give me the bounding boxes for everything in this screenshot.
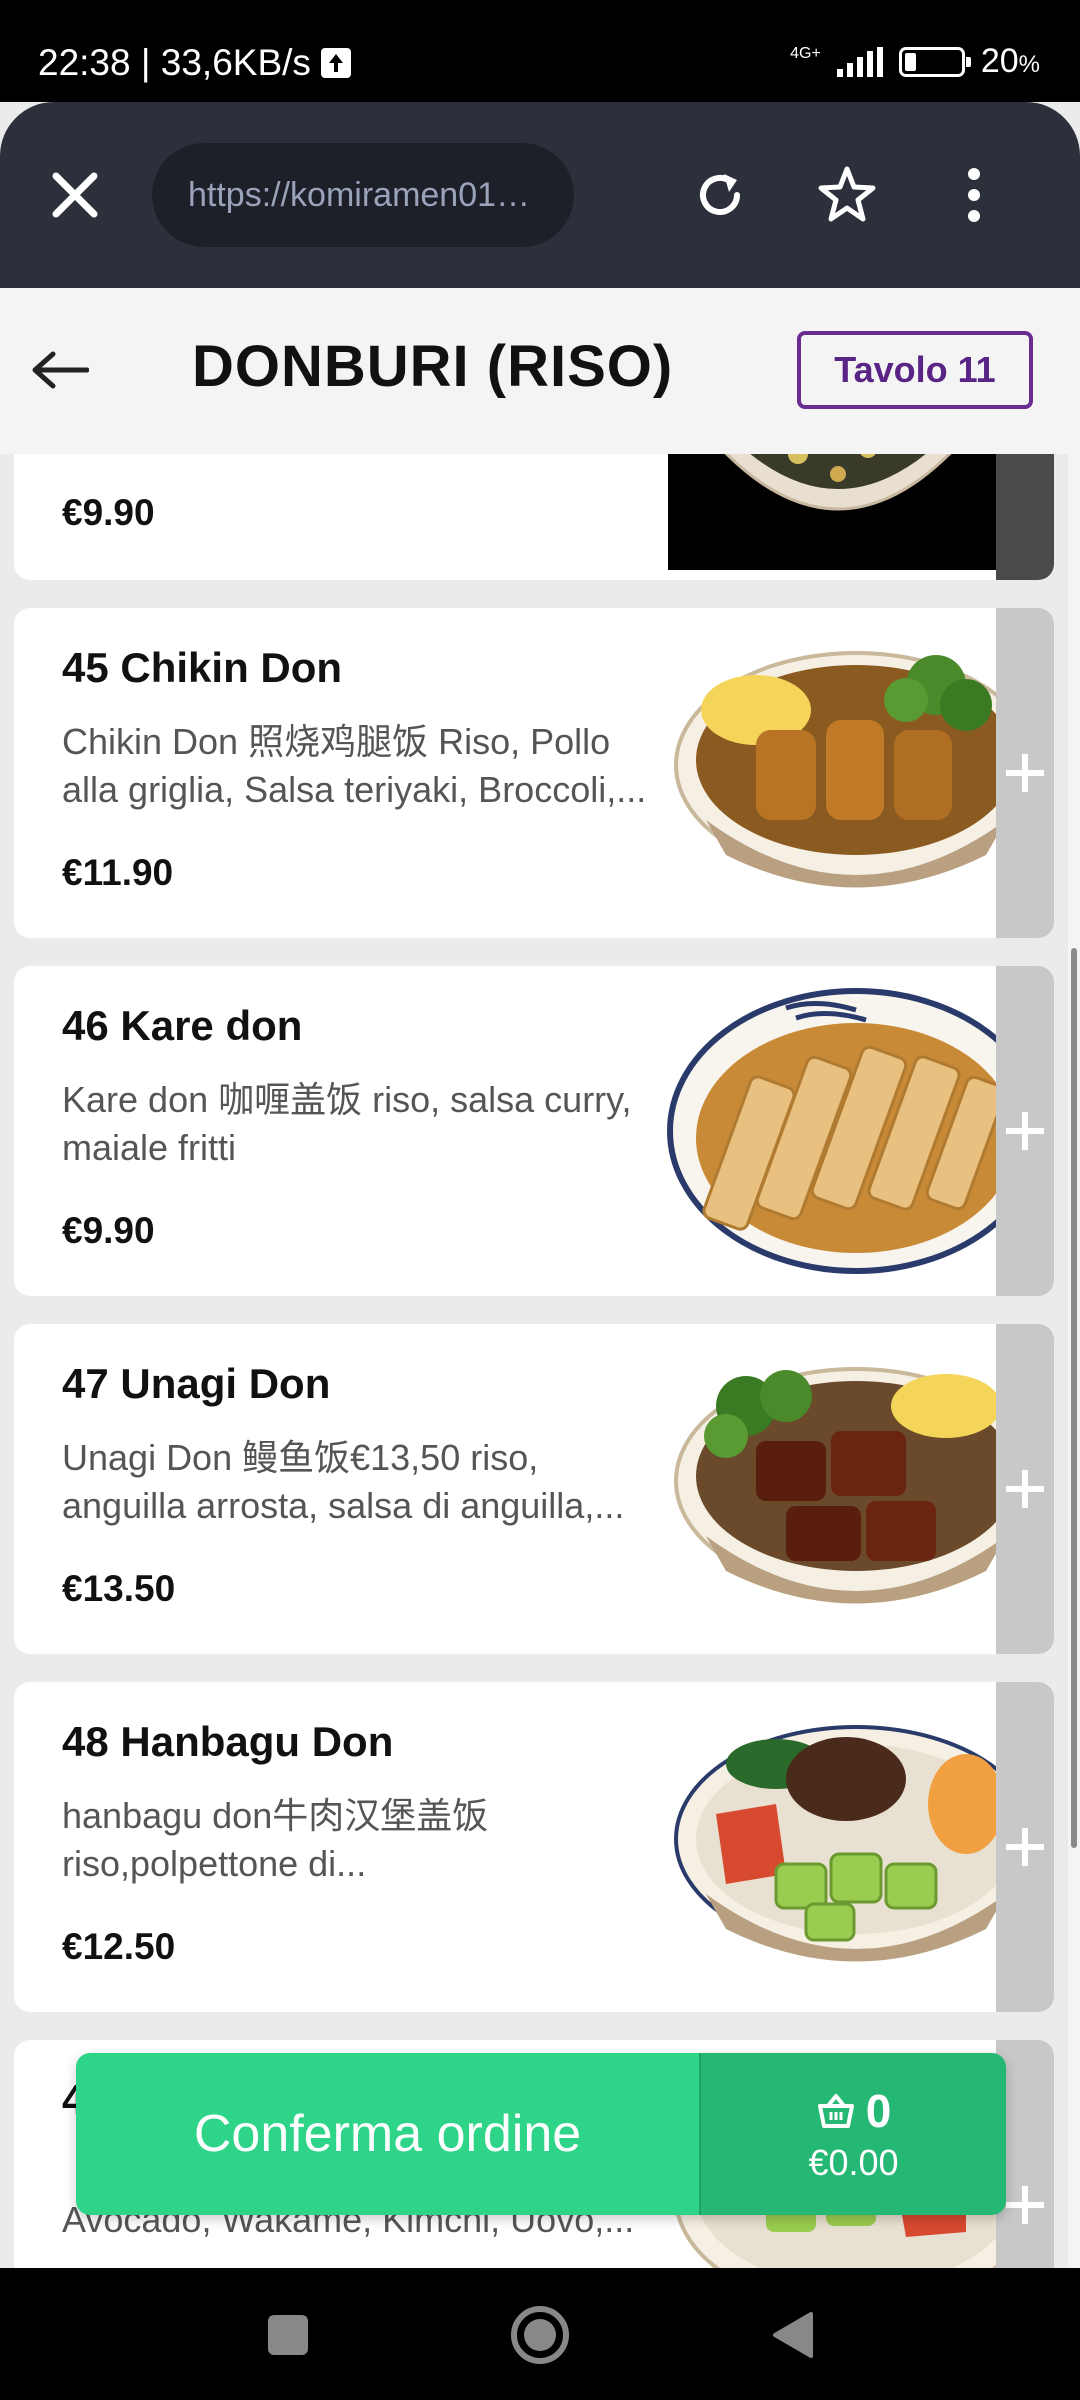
browser-toolbar: https://komiramen01… [0,102,1080,288]
status-bar: 22:38 | 33,6KB/s 4G+ 20% [0,0,1080,102]
add-to-cart-button[interactable] [996,1682,1054,2012]
plus-icon [1006,1470,1044,1508]
item-price: €9.90 [62,492,155,533]
home-icon[interactable] [505,2300,575,2370]
plus-icon [1006,1112,1044,1150]
status-left: 22:38 | 33,6KB/s [38,42,351,84]
order-bar: Conferma ordine 0 €0.00 [76,2053,1006,2215]
menu-item-card[interactable]: 47 Unagi Don Unagi Don 鳗鱼饭€13,50 riso, a… [14,1324,1054,1654]
menu-list: €9.90 45 Chikin Don Chikin Don 照烧鸡腿饭 Ris… [0,454,1068,2268]
item-description: Chikin Don 照烧鸡腿饭 Riso, Pollo alla grigli… [62,721,647,810]
item-name: 45 Chikin Don [62,644,343,691]
table-badge[interactable]: Tavolo 11 [797,331,1033,409]
menu-item-card[interactable]: €9.90 [14,454,1054,580]
cart-count: 0 [865,2085,892,2137]
upload-icon [320,48,351,78]
refresh-icon[interactable] [689,164,751,226]
confirm-order-button[interactable]: Conferma ordine [76,2053,699,2215]
url-bar[interactable]: https://komiramen01… [152,143,574,247]
menu-item-card[interactable]: 48 Hanbagu Don hanbagu don牛肉汉堡盖饭 riso,po… [14,1682,1054,2012]
add-to-cart-button[interactable] [996,454,1054,580]
add-to-cart-button[interactable] [996,1324,1054,1654]
plus-icon [1006,2186,1044,2224]
back-icon[interactable] [758,2300,828,2370]
add-to-cart-button[interactable] [996,966,1054,1296]
item-description: Kare don 咖喱盖饭 riso, salsa curry, maiale … [62,1079,632,1168]
cart-count-row: 0 [816,2084,892,2138]
basket-icon [817,2094,854,2128]
status-right: 4G+ 20% [790,42,1040,81]
recents-icon[interactable] [253,2300,323,2370]
more-vertical-icon[interactable] [943,164,1005,226]
cart-summary[interactable]: 0 €0.00 [699,2053,1006,2215]
scrollbar[interactable] [1068,288,1080,2268]
close-icon[interactable] [44,164,106,226]
status-time-speed: 22:38 | 33,6KB/s [38,42,311,83]
item-description: hanbagu don牛肉汉堡盖饭 riso,polpettone di... [62,1795,489,1884]
menu-item-card[interactable]: 46 Kare don Kare don 咖喱盖饭 riso, salsa cu… [14,966,1054,1296]
cart-total: €0.00 [808,2142,899,2183]
item-name: 48 Hanbagu Don [62,1718,394,1765]
item-image [674,1725,1038,1962]
item-name: 46 Kare don [62,1002,303,1049]
plus-icon [1006,754,1044,792]
battery-level-text: 20% [980,42,1040,80]
item-price: €11.90 [62,852,174,893]
plus-icon [1006,1828,1044,1866]
item-price: €13.50 [62,1568,176,1609]
battery-icon [898,46,971,77]
item-name: 47 Unagi Don [62,1360,331,1407]
item-image [668,454,1008,570]
back-arrow-icon[interactable] [28,338,92,402]
app-header: DONBURI (RISO) Tavolo 11 [0,288,1068,454]
scrollbar-thumb[interactable] [1071,948,1077,1848]
item-image [674,651,1038,888]
add-to-cart-button[interactable] [996,608,1054,938]
url-text: https://komiramen01… [188,176,531,214]
menu-item-card[interactable]: 45 Chikin Don Chikin Don 照烧鸡腿饭 Riso, Pol… [14,608,1054,938]
item-image [667,988,1045,1274]
item-price: €12.50 [62,1926,176,1967]
network-type: 4G+ [790,44,821,62]
navigation-bar [0,2268,1080,2400]
page-title: DONBURI (RISO) [192,334,674,399]
signal-icon [836,46,883,77]
item-description: Unagi Don 鳗鱼饭€13,50 riso, anguilla arros… [62,1437,625,1526]
item-price: €9.90 [62,1210,155,1251]
star-icon[interactable] [816,164,878,226]
item-image [674,1367,1038,1604]
